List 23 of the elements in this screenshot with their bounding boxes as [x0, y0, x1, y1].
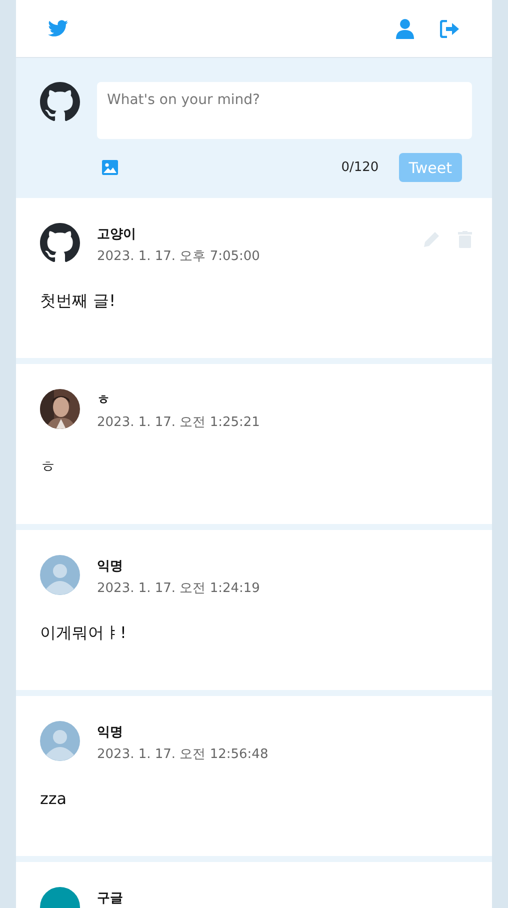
tweet-text: 첫번째 글!: [40, 291, 116, 312]
author-name: 고양이: [97, 226, 137, 243]
github-avatar-icon: [40, 223, 80, 263]
user-avatar-icon: [40, 555, 80, 595]
tweet-date: 2023. 1. 17. 오후 7:05:00: [97, 248, 261, 265]
author-name: 구글: [97, 890, 124, 907]
tweet-date: 2023. 1. 17. 오전 1:24:19: [97, 580, 261, 597]
author-name: ㅎ: [97, 392, 111, 409]
tweet-date: 2023. 1. 17. 오전 12:56:48: [97, 746, 270, 763]
user-avatar-icon: [40, 721, 80, 761]
tweet-text: ㅎ: [40, 457, 57, 478]
bird-logo-icon[interactable]: [48, 20, 68, 37]
logout-icon[interactable]: [440, 20, 460, 38]
profile-icon[interactable]: [396, 18, 414, 38]
tweet-text: zza: [40, 789, 68, 808]
character-counter: 0/120: [341, 160, 379, 175]
author-name: 익명: [97, 724, 124, 741]
tweet-text: 이게뭐어ㅑ!: [40, 623, 128, 644]
image-upload-icon[interactable]: [102, 160, 118, 175]
tweet-date: 2023. 1. 17. 오전 1:25:21: [97, 414, 261, 431]
github-avatar-icon: [40, 82, 80, 122]
author-name: 익명: [97, 558, 124, 575]
tweet-input-field[interactable]: What's on your mind?: [97, 82, 472, 139]
